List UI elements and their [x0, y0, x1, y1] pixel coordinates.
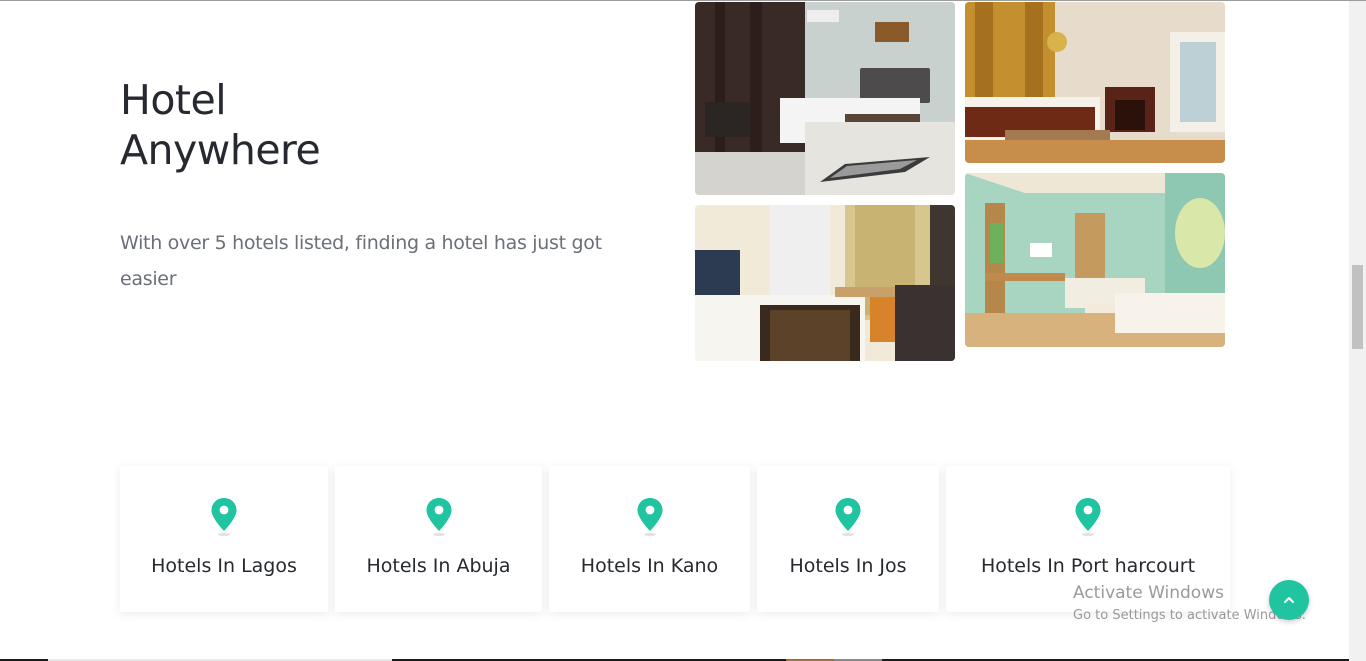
- page-scrollbar[interactable]: [1349, 1, 1366, 661]
- back-to-top-button[interactable]: [1269, 580, 1309, 620]
- hero-title-line2: Anywhere: [120, 126, 321, 174]
- map-pin-icon: [1075, 498, 1101, 537]
- hero-subtitle: With over 5 hotels listed, finding a hot…: [120, 232, 602, 290]
- map-pin-icon: [211, 498, 237, 537]
- map-pin-icon: [637, 498, 662, 537]
- city-card-jos[interactable]: Hotels In Jos: [757, 466, 939, 612]
- chevron-up-icon: [1284, 597, 1294, 603]
- city-card-label: Hotels In Port harcourt: [980, 555, 1196, 577]
- hero-title: Hotel Anywhere: [120, 75, 540, 175]
- scrollbar-thumb[interactable]: [1352, 265, 1363, 349]
- page-viewport: Hotel Anywhere With over 5 hotels listed…: [0, 0, 1366, 661]
- hotel-room-photo-1: [695, 2, 955, 195]
- map-pin-icon: [835, 498, 861, 537]
- hotel-room-photo-4: [965, 173, 1225, 347]
- hero-title-line1: Hotel: [120, 76, 227, 124]
- city-card-label: Hotels In Jos: [789, 555, 907, 577]
- city-card-lagos[interactable]: Hotels In Lagos: [120, 466, 328, 612]
- city-card-label: Hotels In Lagos: [151, 555, 297, 577]
- city-card-label: Hotels In Abuja: [366, 555, 511, 577]
- city-card-abuja[interactable]: Hotels In Abuja: [335, 466, 542, 612]
- hotel-room-photo-2: [965, 2, 1225, 163]
- map-pin-icon: [426, 498, 451, 537]
- hotel-room-photo-3: [695, 205, 955, 361]
- city-card-kano[interactable]: Hotels In Kano: [549, 466, 750, 612]
- activate-windows-title: Activate Windows: [1073, 583, 1224, 603]
- city-card-label: Hotels In Kano: [580, 555, 719, 577]
